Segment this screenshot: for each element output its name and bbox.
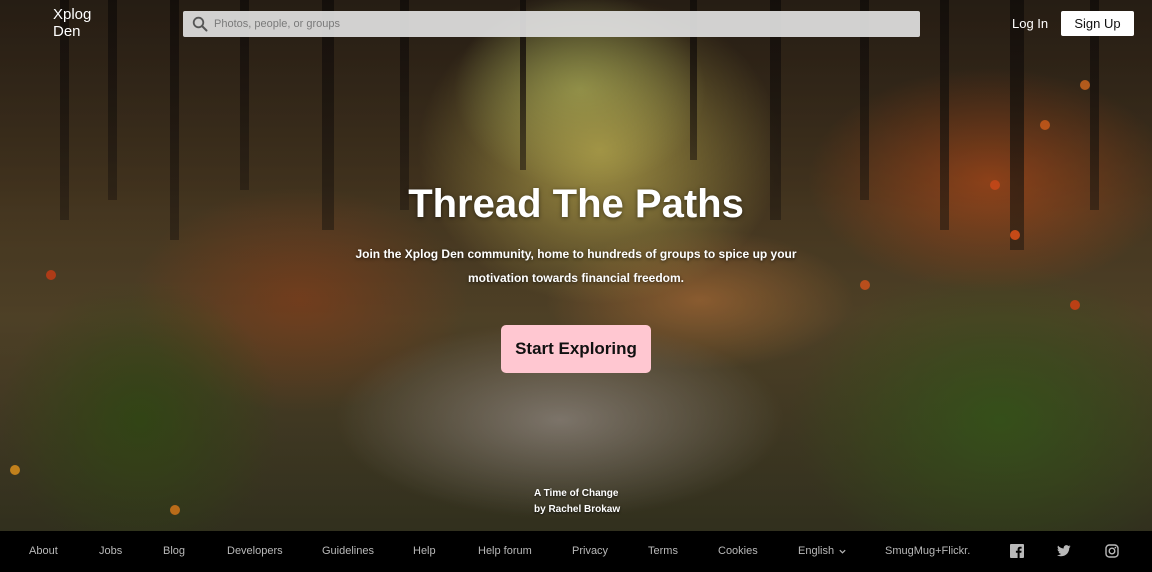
footer-link-terms[interactable]: Terms bbox=[648, 545, 678, 557]
hero-title: Thread The Paths bbox=[408, 182, 744, 226]
chevron-down-icon bbox=[839, 549, 846, 554]
facebook-icon[interactable] bbox=[1010, 544, 1024, 558]
footer: About Jobs Blog Developers Guidelines He… bbox=[0, 531, 1152, 572]
start-exploring-button[interactable]: Start Exploring bbox=[501, 325, 651, 373]
instagram-icon[interactable] bbox=[1105, 544, 1119, 558]
footer-link-help[interactable]: Help bbox=[413, 545, 436, 557]
footer-link-about[interactable]: About bbox=[29, 545, 58, 557]
footer-link-developers[interactable]: Developers bbox=[227, 545, 283, 557]
search-icon bbox=[192, 16, 208, 32]
language-label: English bbox=[798, 545, 835, 557]
photo-author[interactable]: by Rachel Brokaw bbox=[534, 502, 620, 518]
footer-link-blog[interactable]: Blog bbox=[163, 545, 185, 557]
footer-link-guidelines[interactable]: Guidelines bbox=[322, 545, 374, 557]
language-selector[interactable]: English bbox=[798, 545, 847, 557]
footer-link-help-forum[interactable]: Help forum bbox=[478, 545, 532, 557]
footer-link-cookies[interactable]: Cookies bbox=[718, 545, 758, 557]
footer-link-privacy[interactable]: Privacy bbox=[572, 545, 608, 557]
hero-subtitle: Join the Xplog Den community, home to hu… bbox=[355, 247, 797, 285]
twitter-icon[interactable] bbox=[1057, 544, 1071, 558]
photo-credit[interactable]: A Time of Change by Rachel Brokaw bbox=[534, 486, 620, 518]
login-link[interactable]: Log In bbox=[1012, 16, 1048, 31]
search-bar[interactable] bbox=[183, 11, 920, 37]
site-logo[interactable]: Xplog Den bbox=[53, 6, 113, 40]
search-input[interactable] bbox=[214, 12, 894, 36]
photo-title[interactable]: A Time of Change bbox=[534, 486, 620, 502]
smugmug-flickr-link[interactable]: SmugMug+Flickr. bbox=[885, 545, 970, 557]
signup-button[interactable]: Sign Up bbox=[1061, 11, 1134, 36]
footer-link-jobs[interactable]: Jobs bbox=[99, 545, 122, 557]
